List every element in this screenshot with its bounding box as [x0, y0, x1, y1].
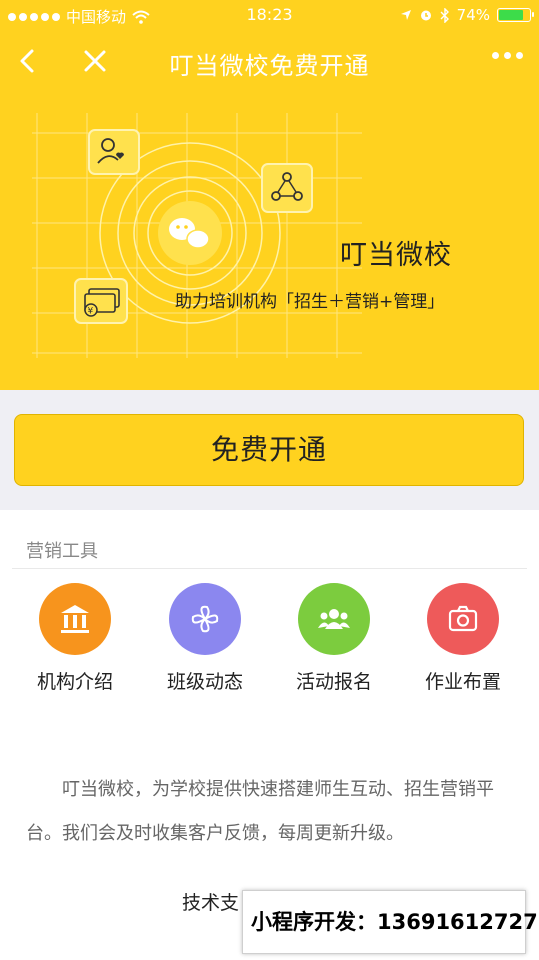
bluetooth-icon — [440, 7, 449, 23]
navbar: 叮当微校免费开通 — [0, 38, 539, 84]
page-title: 叮当微校免费开通 — [169, 52, 370, 80]
description-text: 叮当微校，为学校提供快速搭建师生互动、招生营销平台。我们会及时收集客户反馈，每周… — [26, 779, 494, 844]
institution-icon — [39, 583, 111, 655]
battery-icon — [497, 8, 534, 22]
contact-overlay: 小程序开发：13691612727 — [242, 890, 538, 954]
free-activate-button[interactable]: 免费开通 — [14, 414, 524, 486]
tool-label: 作业布置 — [424, 671, 501, 693]
section-title: 营销工具 — [26, 541, 98, 562]
tool-institution-intro[interactable]: 机构介绍 — [10, 583, 140, 694]
battery-percent: 74% — [456, 6, 490, 24]
tool-class-updates[interactable]: 班级动态 — [140, 583, 270, 694]
svg-text:¥: ¥ — [88, 307, 94, 317]
tool-label: 活动报名 — [295, 671, 372, 693]
alarm-icon — [420, 10, 431, 21]
tool-grid: 机构介绍 班级动态 活动报名 作业布置 — [0, 583, 539, 693]
grid-decoration: ¥ — [32, 113, 362, 358]
group-icon — [298, 583, 370, 655]
tool-label: 机构介绍 — [36, 671, 113, 693]
pinwheel-icon — [169, 583, 241, 655]
hero-illustration: ¥ 叮当微校 助力培训机构「招生＋营销+管理」 — [0, 95, 539, 390]
location-icon — [400, 10, 411, 20]
section-divider — [12, 568, 527, 569]
hero-title: 叮当微校 — [340, 240, 452, 271]
tool-label: 班级动态 — [166, 671, 243, 693]
cta-section: 免费开通 — [0, 390, 539, 510]
tool-homework[interactable]: 作业布置 — [398, 583, 528, 694]
hero-subtitle: 助力培训机构「招生＋营销+管理」 — [175, 292, 445, 312]
camera-icon — [427, 583, 499, 655]
support-text: 技术支 — [182, 892, 240, 914]
status-bar: 中国移动 18:23 74% — [0, 0, 539, 30]
header-banner: 中国移动 18:23 74% 叮当微校免费开通 ¥ 叮当微校 助力培训机构「招生… — [0, 0, 539, 390]
more-icon[interactable] — [492, 52, 523, 59]
tool-event-signup[interactable]: 活动报名 — [269, 583, 399, 694]
